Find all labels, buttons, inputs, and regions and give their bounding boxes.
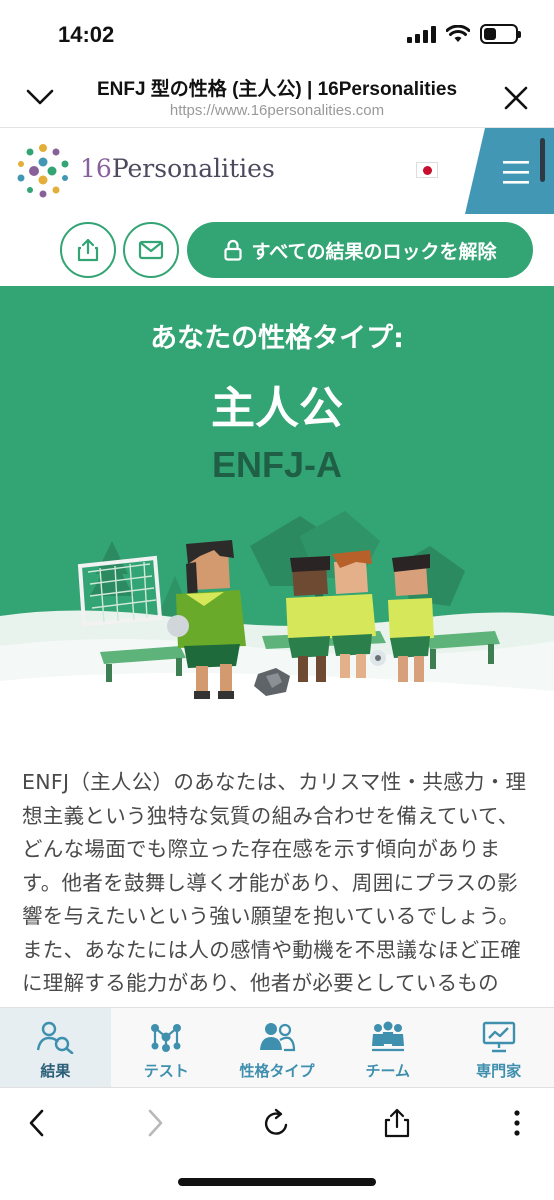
nav-item-test[interactable]: テスト bbox=[111, 1008, 222, 1087]
home-indicator[interactable] bbox=[178, 1178, 376, 1186]
close-icon[interactable] bbox=[502, 84, 530, 112]
nav-label-results: 結果 bbox=[40, 1062, 71, 1080]
nav-label-test: テスト bbox=[143, 1062, 189, 1080]
logo-icon[interactable] bbox=[14, 142, 72, 200]
share-icon bbox=[384, 1108, 410, 1138]
personality-type-name: 主人公 bbox=[211, 383, 343, 434]
share-icon bbox=[77, 238, 99, 262]
site-header: 16Personalities bbox=[0, 128, 554, 216]
professional-icon bbox=[482, 1021, 515, 1053]
personality-type-code: ENFJ-A bbox=[211, 444, 342, 485]
teams-icon bbox=[371, 1021, 404, 1052]
page-title: ENFJ 型の性格 (主人公) | 16Personalities bbox=[96, 79, 458, 100]
nav-item-professional[interactable]: 専門家 bbox=[443, 1008, 554, 1087]
nav-item-results[interactable]: 結果 bbox=[0, 1008, 111, 1087]
browser-toolbar bbox=[0, 1087, 554, 1157]
share-button[interactable] bbox=[60, 222, 116, 278]
results-icon bbox=[37, 1021, 74, 1054]
personality-hero: あなたの性格タイプ: 主人公 ENFJ-A bbox=[0, 286, 554, 716]
nav-label-professional: 専門家 bbox=[476, 1062, 522, 1080]
hero-subtitle: あなたの性格タイプ: bbox=[150, 323, 404, 354]
nav-label-teams: チーム bbox=[365, 1062, 411, 1080]
jp-flag-icon[interactable] bbox=[416, 162, 438, 178]
test-icon bbox=[151, 1024, 182, 1052]
back-button[interactable] bbox=[20, 1106, 54, 1140]
browser-header: ENFJ 型の性格 (主人公) | 16Personalities https:… bbox=[0, 64, 554, 128]
chevron-left-icon bbox=[29, 1109, 44, 1137]
reload-button[interactable] bbox=[260, 1106, 294, 1140]
status-icons bbox=[407, 24, 521, 44]
more-vertical-icon bbox=[514, 1110, 520, 1136]
hero-illustration bbox=[0, 511, 554, 716]
lock-icon bbox=[223, 239, 242, 261]
reload-icon bbox=[264, 1108, 288, 1135]
page-url[interactable]: https://www.16personalities.com bbox=[0, 102, 554, 119]
wifi-icon bbox=[446, 25, 470, 42]
nav-label-personality-types: 性格タイプ bbox=[239, 1062, 315, 1080]
nav-item-personality-types[interactable]: 性格タイプ bbox=[222, 1008, 333, 1087]
action-row: すべての結果のロックを解除 bbox=[0, 216, 554, 286]
bottom-navigation: 結果 テスト 性格タイプ チーム 専門家 bbox=[0, 1007, 554, 1087]
more-options-button[interactable] bbox=[500, 1106, 534, 1140]
personality-types-icon bbox=[259, 1023, 296, 1052]
description-paragraph: ENFJ（主人公）のあなたは、カリスマ性・共感力・理想主義という独特な気質の組み… bbox=[22, 770, 527, 1006]
email-icon bbox=[138, 240, 164, 260]
cellular-signal-icon bbox=[407, 25, 436, 43]
status-bar: 14:02 bbox=[0, 0, 554, 64]
status-time: 14:02 bbox=[58, 22, 115, 47]
logo-text[interactable]: 16Personalities bbox=[80, 154, 275, 183]
share-page-button[interactable] bbox=[380, 1106, 414, 1140]
hamburger-menu-button[interactable] bbox=[465, 128, 554, 214]
unlock-label: すべての結果のロックを解除 bbox=[251, 240, 497, 263]
nav-item-teams[interactable]: チーム bbox=[332, 1008, 443, 1087]
forward-button[interactable] bbox=[138, 1106, 172, 1140]
battery-icon bbox=[480, 24, 521, 44]
chevron-right-icon bbox=[148, 1109, 163, 1137]
unlock-results-button[interactable]: すべての結果のロックを解除 bbox=[187, 222, 533, 278]
email-button[interactable] bbox=[123, 222, 179, 278]
